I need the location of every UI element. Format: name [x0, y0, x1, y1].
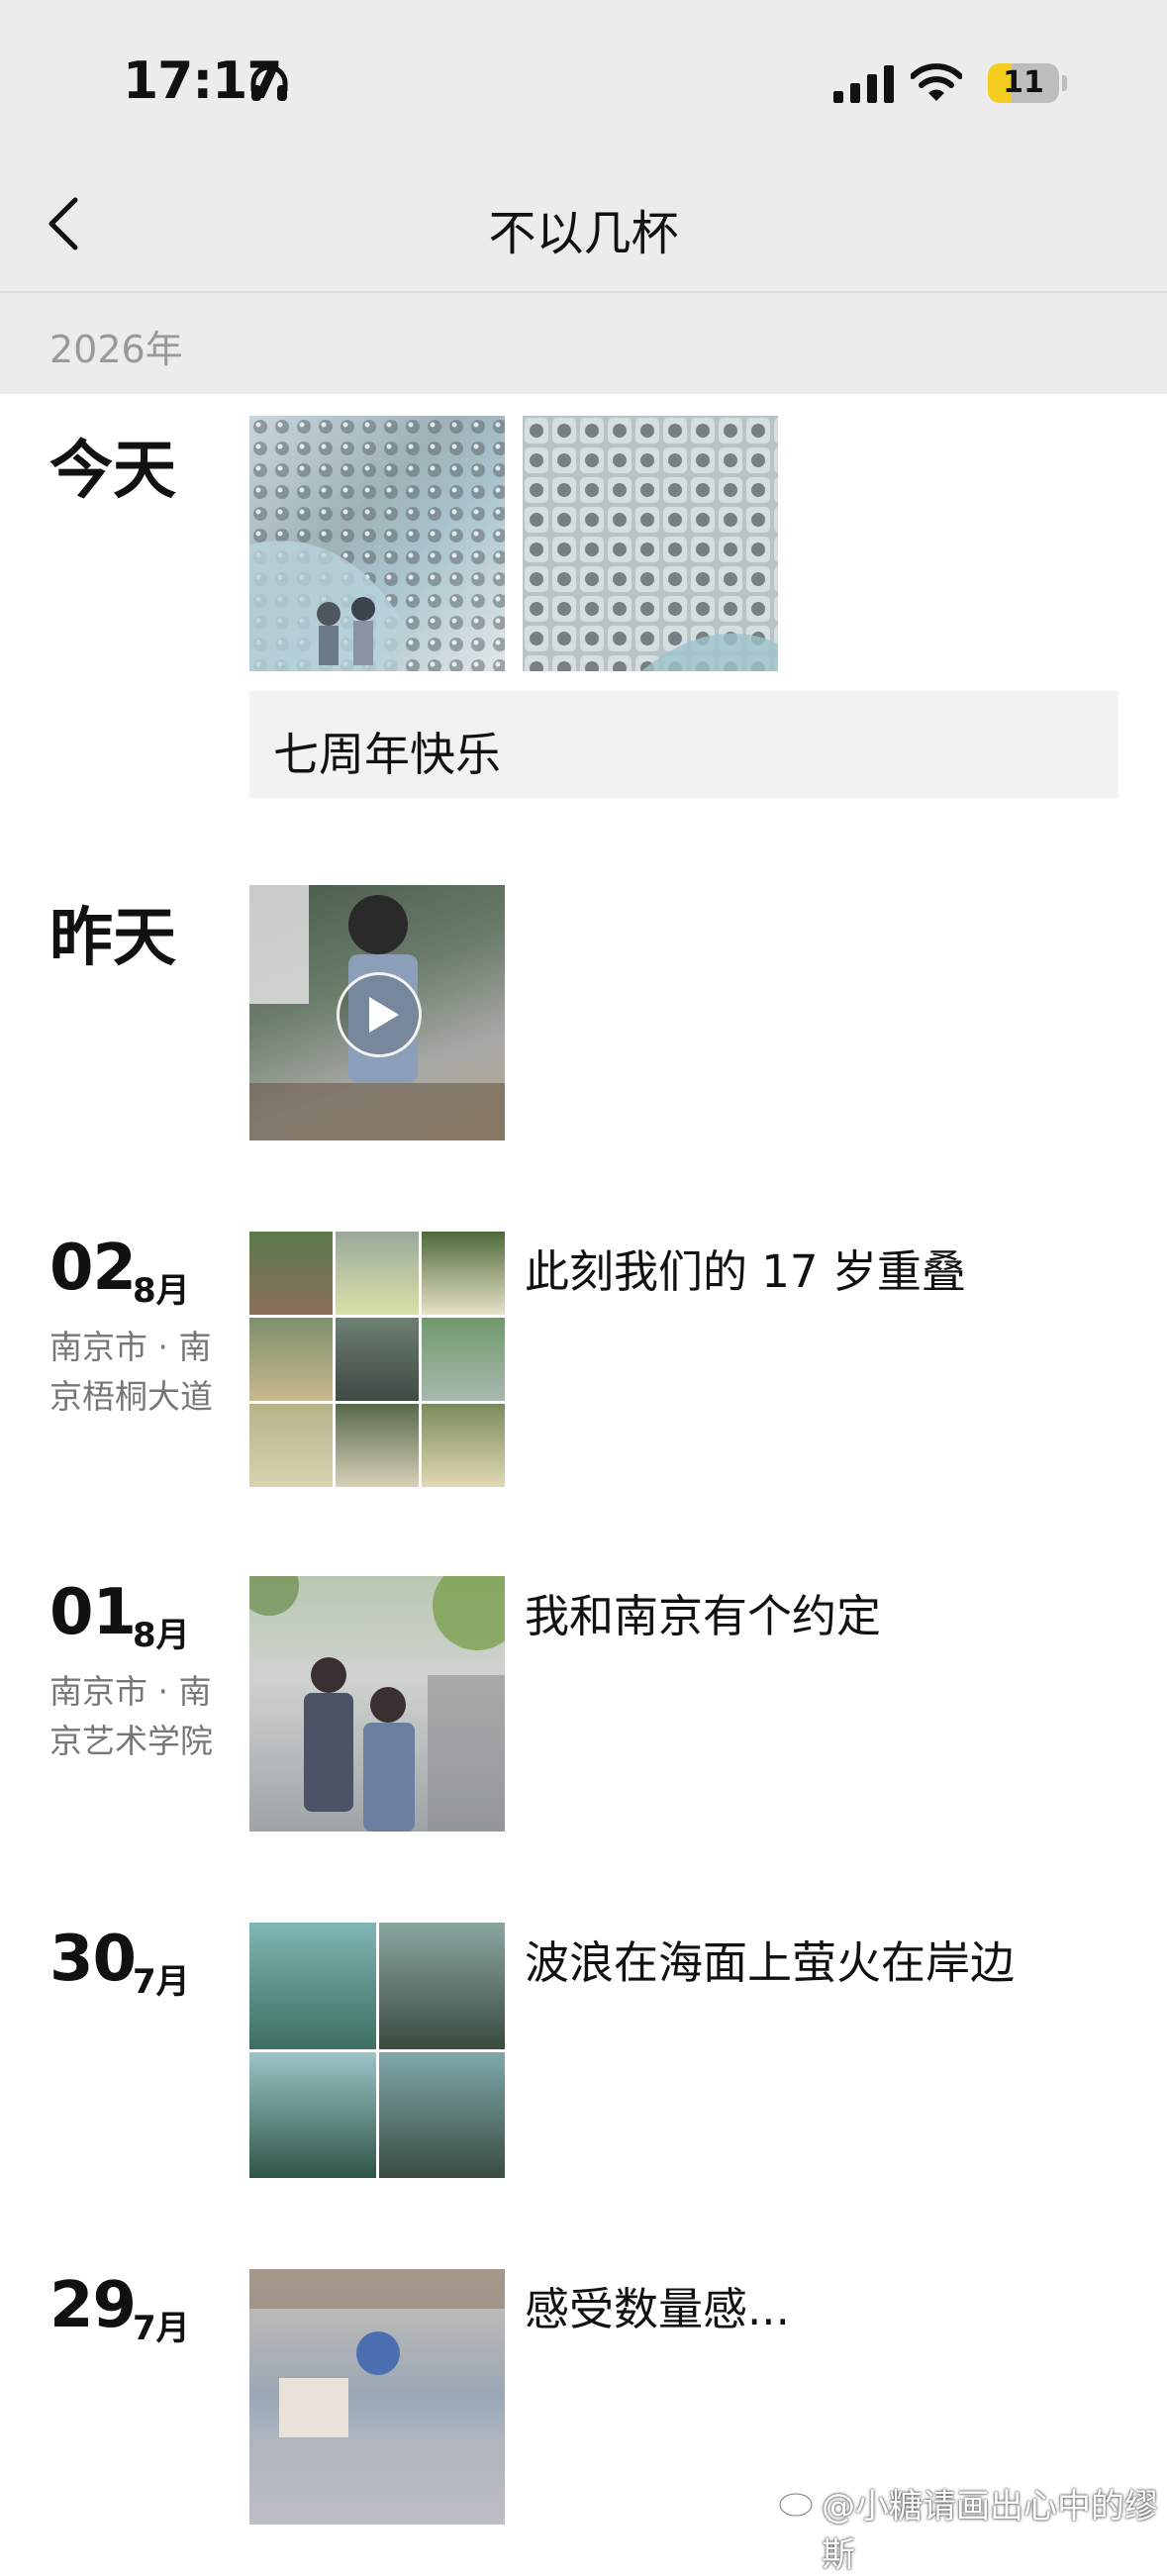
- entry-date: 30: [49, 1923, 137, 1996]
- entry-caption[interactable]: 我和南京有个约定: [525, 1580, 881, 1644]
- page-title: 不以几杯: [488, 206, 679, 261]
- entry-date: 01: [49, 1576, 137, 1649]
- grid-photo[interactable]: [249, 1404, 333, 1487]
- wifi-icon: [911, 63, 962, 101]
- photo-thumbnail[interactable]: [249, 416, 505, 671]
- grid-photo[interactable]: [249, 1232, 333, 1315]
- photo-thumbnail[interactable]: [249, 1576, 505, 1832]
- grid-photo[interactable]: [422, 1404, 505, 1487]
- video-thumbnail[interactable]: [249, 885, 505, 1140]
- entry-caption[interactable]: 感受数量感...: [525, 2273, 790, 2337]
- weibo-icon: [778, 2492, 814, 2518]
- grid-photo[interactable]: [249, 2051, 376, 2178]
- battery-icon: 11: [988, 63, 1059, 103]
- grid-photo[interactable]: [422, 1318, 505, 1401]
- photo-thumbnail[interactable]: [523, 416, 778, 671]
- play-icon[interactable]: [337, 972, 422, 1057]
- headphones-icon: [250, 64, 288, 101]
- photo-thumbnail[interactable]: [249, 2269, 505, 2525]
- battery-level: 11: [1003, 65, 1044, 100]
- text-post-content: 七周年快乐: [273, 728, 501, 781]
- watermark: @小糖请画出心中的缪斯: [822, 2487, 1158, 2575]
- grid-photo[interactable]: [249, 1318, 333, 1401]
- signal-icon: [833, 65, 894, 103]
- header: 17:17 11 不以几杯 2026年: [0, 0, 1167, 394]
- entry-month: 8月: [133, 1271, 190, 1311]
- grid-photo[interactable]: [336, 1232, 419, 1315]
- year-label: 2026年: [49, 328, 183, 371]
- entry-date: 02: [49, 1232, 137, 1305]
- entry-date: 29: [49, 2269, 137, 2342]
- entry-caption[interactable]: 此刻我们的 17 岁重叠: [525, 1236, 966, 1300]
- entry-location: 南京市 · 南京梧桐大道: [49, 1328, 213, 1416]
- entry-day-today: 今天: [49, 435, 176, 508]
- entry-day-yesterday: 昨天: [49, 902, 176, 975]
- grid-photo[interactable]: [336, 1404, 419, 1487]
- grid-photo[interactable]: [249, 1923, 376, 2049]
- entry-location: 南京市 · 南京艺术学院: [49, 1672, 213, 1760]
- grid-photo[interactable]: [378, 1923, 505, 2049]
- entry-month: 8月: [133, 1616, 190, 1655]
- battery-tip: [1062, 75, 1067, 91]
- entry-month: 7月: [133, 1962, 190, 2002]
- photo-grid[interactable]: [249, 1232, 505, 1487]
- header-divider: [0, 291, 1167, 293]
- text-post[interactable]: 七周年快乐: [249, 691, 1118, 798]
- grid-photo[interactable]: [422, 1232, 505, 1315]
- grid-photo[interactable]: [336, 1318, 419, 1401]
- grid-photo[interactable]: [378, 2051, 505, 2178]
- entry-month: 7月: [133, 2309, 190, 2348]
- photo-grid[interactable]: [249, 1923, 505, 2178]
- entry-caption[interactable]: 波浪在海面上萤火在岸边: [525, 1927, 1015, 1991]
